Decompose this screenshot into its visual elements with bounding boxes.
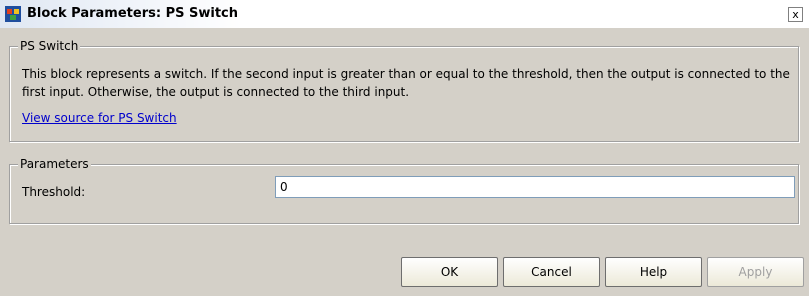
parameters-group: Parameters Threshold: 0 (9, 157, 799, 224)
parameters-group-legend: Parameters (18, 157, 91, 171)
cancel-button[interactable]: Cancel (503, 257, 600, 287)
simulink-block-icon (5, 6, 21, 22)
view-source-link[interactable]: View source for PS Switch (22, 111, 177, 125)
ps-switch-group-legend: PS Switch (18, 39, 81, 53)
title-bar[interactable]: Block Parameters: PS Switch x (0, 0, 809, 29)
close-button[interactable]: x (788, 7, 803, 22)
window-title: Block Parameters: PS Switch (27, 6, 238, 21)
close-icon: x (792, 8, 799, 21)
threshold-label: Threshold: (22, 185, 86, 199)
ok-button[interactable]: OK (401, 257, 498, 287)
dialog-window: Block Parameters: PS Switch x PS Switch … (0, 0, 809, 296)
block-description: This block represents a switch. If the s… (22, 67, 790, 99)
dialog-body: PS Switch This block represents a switch… (0, 28, 809, 296)
threshold-input[interactable]: 0 (275, 176, 795, 198)
apply-button[interactable]: Apply (707, 257, 804, 287)
ps-switch-group: PS Switch This block represents a switch… (9, 39, 799, 142)
help-button[interactable]: Help (605, 257, 702, 287)
